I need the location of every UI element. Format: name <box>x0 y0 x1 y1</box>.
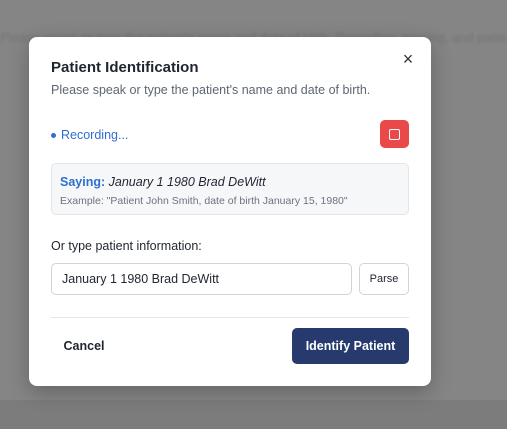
recording-status-text: Recording... <box>61 128 129 142</box>
transcript-text: January 1 1980 Brad DeWitt <box>108 175 266 189</box>
cancel-button[interactable]: Cancel <box>51 328 117 364</box>
patient-identification-dialog: × Patient Identification Please speak or… <box>29 37 431 386</box>
dialog-title: Patient Identification <box>51 59 199 76</box>
background-band <box>0 400 507 429</box>
transcript-line: Saying: January 1 1980 Brad DeWitt <box>60 175 266 189</box>
dialog-subtitle: Please speak or type the patient's name … <box>51 83 371 97</box>
parse-button[interactable]: Parse <box>359 263 409 295</box>
close-icon[interactable]: × <box>399 50 417 68</box>
stop-icon <box>389 128 400 140</box>
footer-divider <box>51 317 409 318</box>
example-hint: Example: "Patient John Smith, date of bi… <box>60 195 348 207</box>
patient-info-input[interactable] <box>51 263 352 295</box>
identify-patient-button[interactable]: Identify Patient <box>292 328 409 364</box>
manual-entry-label: Or type patient information: <box>51 239 202 253</box>
recording-status: Recording... <box>51 128 128 142</box>
recording-dot-icon <box>51 132 56 138</box>
saying-label: Saying: <box>60 175 106 189</box>
transcript-box: Saying: January 1 1980 Brad DeWitt Examp… <box>51 163 409 215</box>
stop-recording-button[interactable] <box>380 120 409 148</box>
